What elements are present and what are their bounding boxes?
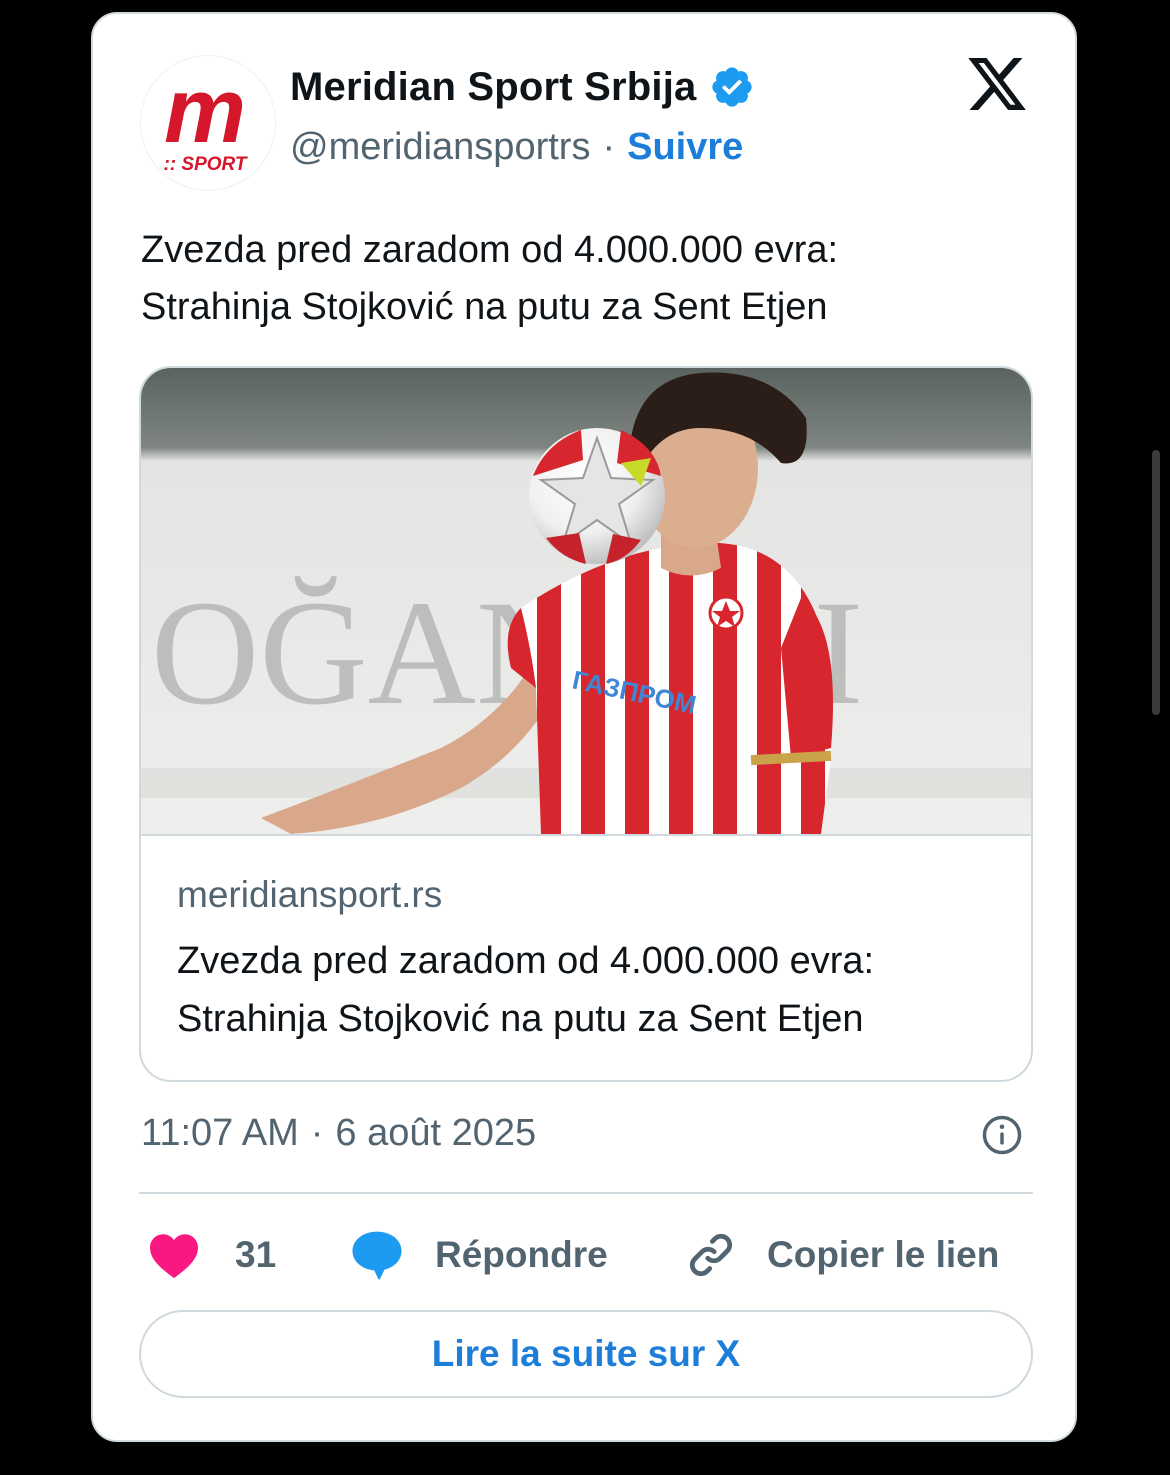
copy-link-button[interactable]: Copier le lien xyxy=(685,1220,999,1290)
embedded-tweet-card: m :: SPORT Meridian Sport Srbija @meridi… xyxy=(91,12,1077,1442)
read-more-on-x-button[interactable]: Lire la suite sur X xyxy=(139,1310,1033,1398)
info-icon[interactable] xyxy=(981,1114,1023,1156)
copy-link-label: Copier le lien xyxy=(767,1234,1000,1275)
link-domain: meridiansport.rs xyxy=(177,874,443,915)
link-title-line: Zvezda pred zaradom od 4.000.000 evra: xyxy=(177,940,875,982)
account-handle[interactable]: @meridiansportrs xyxy=(290,126,590,169)
account-avatar[interactable]: m :: SPORT xyxy=(141,56,275,190)
svg-text:m: m xyxy=(164,60,246,162)
account-handle-row: @meridiansportrs · Suivre xyxy=(290,122,743,172)
tweet-date: 6 août 2025 xyxy=(335,1111,537,1154)
football-player-photo: OĞAN ALI ГАЗПРОМ xyxy=(141,368,1031,834)
tweet-actions: 31 Répondre Copier le lien xyxy=(141,1220,1031,1290)
window-scrollbar[interactable] xyxy=(1152,450,1160,715)
tweet-text-line: Zvezda pred zaradom od 4.000.000 evra: xyxy=(141,229,839,271)
separator-dot: · xyxy=(310,1111,324,1154)
verified-badge-icon xyxy=(711,67,752,107)
speech-bubble-icon xyxy=(352,1231,402,1280)
link-preview-image[interactable]: OĞAN ALI ГАЗПРОМ xyxy=(141,368,1031,836)
tweet-text-line: Strahinja Stojković na putu za Sent Etje… xyxy=(141,286,828,328)
divider xyxy=(139,1192,1033,1194)
like-button[interactable]: 31 xyxy=(147,1220,276,1290)
account-display-name[interactable]: Meridian Sport Srbija xyxy=(290,65,697,110)
link-title-line: Strahinja Stojković na putu za Sent Etje… xyxy=(177,998,864,1040)
x-logo-icon[interactable] xyxy=(963,52,1031,116)
link-title: Zvezda pred zaradom od 4.000.000 evra: S… xyxy=(177,932,1007,1048)
meridian-sport-logo: m :: SPORT xyxy=(163,60,247,175)
heart-icon xyxy=(150,1234,198,1279)
svg-text::: SPORT: :: SPORT xyxy=(163,154,247,175)
reply-button[interactable]: Répondre xyxy=(349,1220,608,1290)
link-preview-card[interactable]: OĞAN ALI ГАЗПРОМ meridiansport.rs Zvezda… xyxy=(139,366,1033,1082)
separator-dot: · xyxy=(602,125,616,168)
tweet-text: Zvezda pred zaradom od 4.000.000 evra: S… xyxy=(141,222,1021,336)
account-name-row: Meridian Sport Srbija xyxy=(290,62,755,112)
link-icon xyxy=(689,1233,733,1277)
like-count: 31 xyxy=(235,1234,277,1275)
follow-button[interactable]: Suivre xyxy=(627,126,743,169)
reply-label: Répondre xyxy=(435,1234,608,1275)
tweet-time: 11:07 AM xyxy=(141,1111,299,1154)
tweet-timestamp[interactable]: 11:07 AM · 6 août 2025 xyxy=(141,1108,536,1158)
